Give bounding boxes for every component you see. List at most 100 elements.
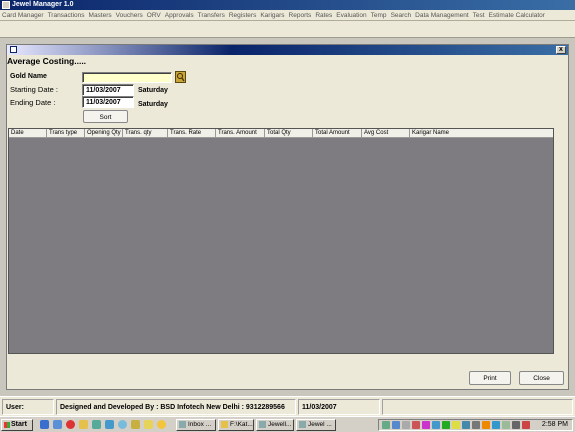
column-header-total-qty[interactable]: Total Qty bbox=[265, 129, 313, 138]
page-title: Average Costing..... bbox=[7, 56, 87, 66]
tray-icon[interactable] bbox=[422, 421, 430, 429]
task-label: Jewel ... bbox=[308, 421, 332, 428]
tray-icon[interactable] bbox=[442, 421, 450, 429]
menu-orv[interactable]: ORV bbox=[145, 10, 163, 21]
task-explorer[interactable]: F:\Kat... bbox=[218, 419, 254, 431]
tray-icon[interactable] bbox=[452, 421, 460, 429]
grid-header: Date Trans type Opening Qty Trans. qty T… bbox=[9, 129, 553, 138]
status-credit: Designed and Developed By : BSD Infotech… bbox=[56, 399, 296, 415]
ending-date-field[interactable]: 11/03/2007 bbox=[82, 96, 134, 108]
menu-temp[interactable]: Temp bbox=[369, 10, 389, 21]
start-button[interactable]: Start bbox=[1, 419, 33, 431]
status-bar: User: Designed and Developed By : BSD In… bbox=[0, 396, 575, 416]
window-icon bbox=[10, 46, 17, 53]
folder-icon[interactable] bbox=[79, 420, 88, 429]
task-label: Inbox ... bbox=[188, 421, 212, 428]
tray-icon[interactable] bbox=[402, 421, 410, 429]
mail-icon bbox=[179, 421, 186, 428]
toolbar-strip bbox=[0, 21, 575, 38]
tray-icon[interactable] bbox=[472, 421, 480, 429]
status-empty-pane bbox=[382, 399, 573, 415]
media-icon[interactable] bbox=[66, 420, 75, 429]
column-header-trans-qty[interactable]: Trans. qty bbox=[123, 129, 168, 138]
lookup-button[interactable] bbox=[175, 71, 186, 83]
menu-evaluation[interactable]: Evaluation bbox=[334, 10, 368, 21]
starting-day-label: Saturday bbox=[138, 87, 168, 94]
column-header-trans-rate[interactable]: Trans. Rate bbox=[168, 129, 216, 138]
tray-icon[interactable] bbox=[382, 421, 390, 429]
menu-data-management[interactable]: Data Management bbox=[413, 10, 470, 21]
tray-icon[interactable] bbox=[502, 421, 510, 429]
tray-icon[interactable] bbox=[512, 421, 520, 429]
column-header-total-amount[interactable]: Total Amount bbox=[313, 129, 362, 138]
costing-grid[interactable]: Date Trans type Opening Qty Trans. qty T… bbox=[8, 128, 554, 354]
column-header-date[interactable]: Date bbox=[9, 129, 47, 138]
sort-button[interactable]: Sort bbox=[83, 110, 128, 123]
menu-search[interactable]: Search bbox=[389, 10, 414, 21]
messenger-icon[interactable] bbox=[157, 420, 166, 429]
ending-date-label: Ending Date : bbox=[10, 98, 56, 107]
tray-icon[interactable] bbox=[412, 421, 420, 429]
starting-date-label: Starting Date : bbox=[10, 85, 58, 94]
app-icon bbox=[2, 1, 10, 9]
column-header-trans-amount[interactable]: Trans. Amount bbox=[216, 129, 265, 138]
tray-icon[interactable] bbox=[462, 421, 470, 429]
start-label: Start bbox=[11, 421, 27, 428]
menu-estimate-calculator[interactable]: Estimate Calculator bbox=[487, 10, 547, 21]
menu-approvals[interactable]: Approvals bbox=[163, 10, 196, 21]
menu-transactions[interactable]: Transactions bbox=[46, 10, 87, 21]
search-icon bbox=[177, 73, 185, 82]
app-icon bbox=[299, 421, 306, 428]
menu-reports[interactable]: Reports bbox=[287, 10, 314, 21]
music-icon[interactable] bbox=[131, 420, 140, 429]
task-jewel[interactable]: Jewel ... bbox=[296, 419, 336, 431]
close-button[interactable]: Close bbox=[519, 371, 564, 385]
search-launcher-icon[interactable] bbox=[118, 420, 127, 429]
tray-icon[interactable] bbox=[492, 421, 500, 429]
gold-name-input[interactable] bbox=[82, 72, 172, 83]
app-title: Jewel Manager 1.0 bbox=[12, 1, 74, 8]
tray-icon[interactable] bbox=[522, 421, 530, 429]
task-inbox[interactable]: Inbox ... bbox=[176, 419, 216, 431]
column-header-avg-cost[interactable]: Avg Cost bbox=[362, 129, 410, 138]
column-header-karigar-name[interactable]: Karigar Name bbox=[410, 129, 553, 138]
status-user: User: bbox=[2, 399, 54, 415]
mail-icon[interactable] bbox=[105, 420, 114, 429]
app-icon bbox=[259, 421, 266, 428]
gold-name-label: Gold Name bbox=[10, 73, 47, 80]
ie-icon[interactable] bbox=[53, 420, 62, 429]
tray-icon[interactable] bbox=[482, 421, 490, 429]
windows-logo-icon bbox=[4, 422, 10, 428]
starting-date-field[interactable]: 11/03/2007 bbox=[82, 84, 134, 96]
system-tray: 2:58 PM bbox=[378, 419, 573, 431]
folder-icon bbox=[221, 421, 228, 428]
menu-rates[interactable]: Rates bbox=[313, 10, 334, 21]
average-costing-window: x Average Costing..... Gold Name Startin… bbox=[6, 44, 569, 390]
tray-icon[interactable] bbox=[392, 421, 400, 429]
column-header-opening-qty[interactable]: Opening Qty bbox=[85, 129, 123, 138]
status-date: 11/03/2007 bbox=[298, 399, 380, 415]
menu-vouchers[interactable]: Vouchers bbox=[114, 10, 145, 21]
task-label: F:\Kat... bbox=[230, 421, 253, 428]
menu-transfers[interactable]: Transfers bbox=[196, 10, 227, 21]
menu-karigars[interactable]: Karigars bbox=[258, 10, 286, 21]
app-title-bar: Jewel Manager 1.0 bbox=[0, 0, 575, 10]
print-button[interactable]: Print bbox=[469, 371, 511, 385]
ending-day-label: Saturday bbox=[138, 101, 168, 108]
menu-registers[interactable]: Registers bbox=[227, 10, 258, 21]
task-jewell[interactable]: Jewell... bbox=[256, 419, 294, 431]
child-title-bar[interactable]: x bbox=[7, 45, 568, 55]
menu-masters[interactable]: Masters bbox=[87, 10, 114, 21]
task-label: Jewell... bbox=[268, 421, 292, 428]
desktop-icon[interactable] bbox=[40, 420, 49, 429]
menu-card-manager[interactable]: Card Manager bbox=[0, 10, 46, 21]
close-icon[interactable]: x bbox=[556, 46, 566, 54]
app-launcher-icon[interactable] bbox=[92, 420, 101, 429]
notes-icon[interactable] bbox=[144, 420, 153, 429]
tray-icon[interactable] bbox=[432, 421, 440, 429]
column-header-trans-type[interactable]: Trans type bbox=[47, 129, 85, 138]
taskbar: Start Inbox ... F:\Kat... Jewell... Jewe… bbox=[0, 416, 575, 432]
clock: 2:58 PM bbox=[541, 421, 568, 428]
menu-bar: Card Manager Transactions Masters Vouchers O… bbox=[0, 10, 575, 21]
menu-test[interactable]: Test bbox=[471, 10, 487, 21]
